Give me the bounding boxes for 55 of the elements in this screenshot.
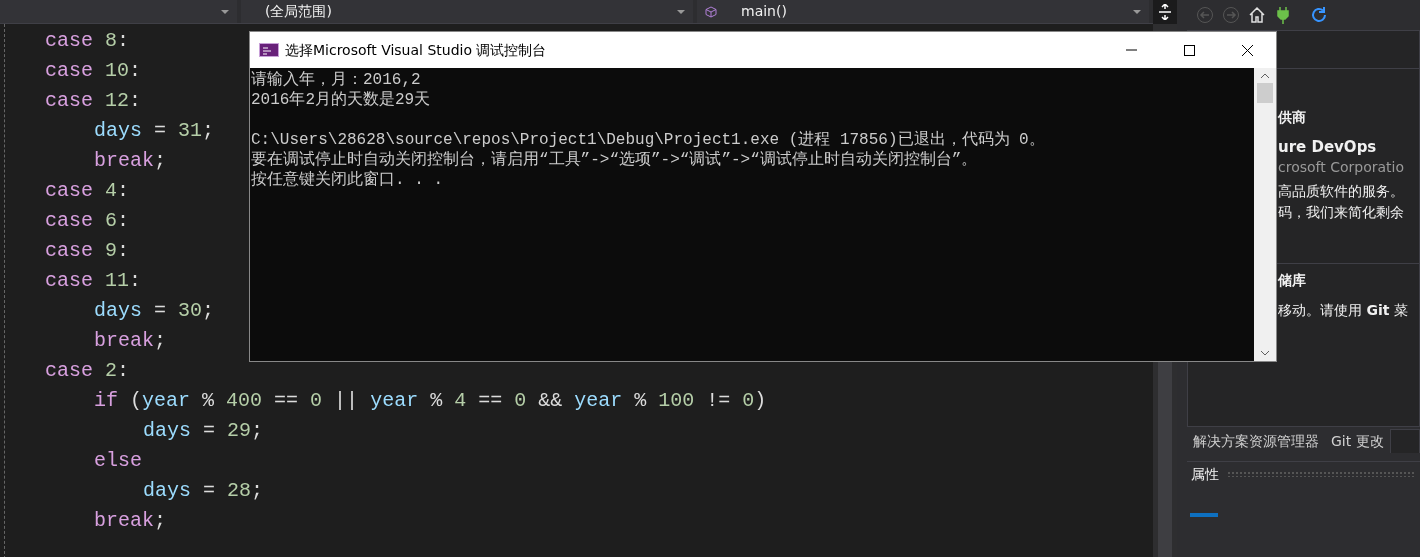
home-icon xyxy=(1248,6,1266,24)
tab[interactable]: 解决方案资源管理器 xyxy=(1187,429,1325,453)
console-line: C:\Users\28628\source\repos\Project1\Debug\Project1.exe (进程 17856)已退出，代码为 0。 xyxy=(251,130,1045,150)
code-line: if (year % 400 == 0 || year % 4 == 0 && year % 100 != 0) xyxy=(94,388,767,414)
code-line: case 11: xyxy=(45,268,142,294)
scroll-down-icon[interactable] xyxy=(1260,350,1270,356)
provider-name: ure DevOps xyxy=(1278,137,1378,157)
code-line: days = 28; xyxy=(143,478,264,504)
section-text: 移动。请使用 Git 菜 xyxy=(1278,301,1409,320)
console-line: 2016年2月的天数是29天 xyxy=(251,90,431,110)
console-line: 要在调试停止时自动关闭控制台，请启用“工具”->“选项”->“调试”->“调试停止时自动关闭控制台”。 xyxy=(251,150,978,170)
split-icon xyxy=(1158,4,1172,20)
toolbar-button[interactable] xyxy=(1309,5,1329,25)
code-line: days = 30; xyxy=(94,298,215,324)
refresh-icon xyxy=(1310,6,1328,24)
scrollbar-thumb[interactable] xyxy=(1257,83,1273,103)
maximize-icon xyxy=(1183,44,1195,56)
code-line: case 9: xyxy=(45,238,130,264)
code-line: break; xyxy=(94,508,167,534)
console-line: 按任意键关闭此窗口. . . xyxy=(251,170,443,190)
provider-publisher: crosoft Corporatio xyxy=(1278,158,1406,177)
forward-icon xyxy=(1222,6,1240,24)
back-icon xyxy=(1196,6,1214,24)
tab[interactable] xyxy=(1389,429,1420,453)
code-line: case 4: xyxy=(45,178,130,204)
description-text: 码，我们来简化剩余 xyxy=(1278,203,1405,222)
code-line: days = 31; xyxy=(94,118,215,144)
plug-icon xyxy=(1274,6,1292,24)
code-line: case 12: xyxy=(45,88,142,114)
caret-icon xyxy=(221,9,229,14)
code-line: case 8: xyxy=(45,28,130,54)
close-icon xyxy=(1241,44,1253,56)
caret-icon xyxy=(677,9,685,14)
console-line: 请输入年，月：2016,2 xyxy=(251,70,421,90)
code-line: days = 29; xyxy=(143,418,264,444)
scrollbar-thumb[interactable] xyxy=(1158,359,1172,557)
section-heading: 供商 xyxy=(1278,108,1307,127)
panel-title: 属性 xyxy=(1191,464,1219,484)
description-text: 高品质软件的服务。 xyxy=(1278,182,1405,201)
scroll-up-icon[interactable] xyxy=(1260,73,1270,79)
code-line: else xyxy=(94,448,142,474)
panel-tab[interactable] xyxy=(1190,513,1218,517)
code-line: case 6: xyxy=(45,208,130,234)
code-line: break; xyxy=(94,328,167,354)
section-heading: 储库 xyxy=(1278,271,1307,290)
tab[interactable]: Git 更改 xyxy=(1325,429,1390,453)
code-line: case 2: xyxy=(45,358,130,384)
caret-icon xyxy=(1133,9,1141,14)
split-button[interactable] xyxy=(1153,0,1177,24)
code-line: case 10: xyxy=(45,58,142,84)
code-line: break; xyxy=(94,148,167,174)
cube-icon xyxy=(705,5,717,18)
window-title: 选择Microsoft Visual Studio 调试控制台 xyxy=(285,40,548,60)
toolbar-button[interactable] xyxy=(1247,5,1267,25)
console-icon xyxy=(259,43,279,57)
